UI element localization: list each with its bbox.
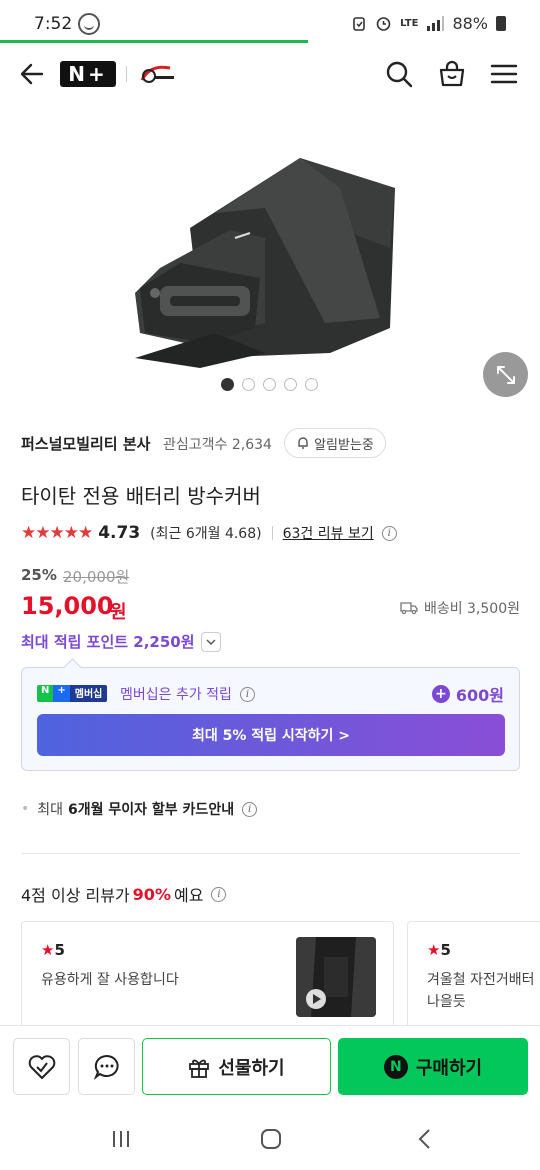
- info-icon[interactable]: i: [239, 686, 255, 702]
- naver-pay-icon: N: [383, 1054, 408, 1079]
- membership-start-button[interactable]: 최대 5% 적립 시작하기 >: [37, 714, 505, 756]
- top-nav: N+: [0, 48, 540, 100]
- signal-icon: [427, 16, 445, 31]
- clock-alarm-icon: [376, 17, 391, 31]
- naver-plus-membership-badge: N + 멤버십: [37, 685, 108, 702]
- info-icon[interactable]: i: [242, 801, 258, 817]
- review-card[interactable]: ★5 겨울철 자전거배터 나을듯: [407, 921, 540, 1031]
- recent-apps-icon[interactable]: [110, 1128, 132, 1150]
- plus-icon: +: [431, 685, 450, 703]
- status-bar: 7:52 LTE 88%: [0, 0, 540, 44]
- gallery-pagination: [221, 378, 318, 391]
- expand-image-button[interactable]: [483, 352, 528, 397]
- membership-points: + 600원: [431, 682, 504, 706]
- divider: [21, 853, 520, 854]
- alert-label: 알림받는중: [314, 437, 374, 453]
- truck-icon: [400, 602, 418, 615]
- gallery-dot-4[interactable]: [284, 378, 297, 391]
- rating-stars: ★★★★★: [21, 523, 93, 543]
- battery-icon: [496, 16, 506, 31]
- system-back-icon[interactable]: [414, 1128, 436, 1150]
- review-summary-heading: 4점 이상 리뷰가 90% 예요 i: [21, 882, 227, 906]
- installment-info[interactable]: • 최대 6개월 무이자 할부 카드안내 i: [21, 799, 258, 819]
- recent-rating: (최근 6개월 4.68): [150, 526, 262, 542]
- rating-row: ★★★★★ 4.73 (최근 6개월 4.68) 63건 리뷰 보기 i: [21, 523, 397, 543]
- purchase-bar: 선물하기 N 구매하기: [0, 1025, 540, 1110]
- lte-label: LTE: [400, 18, 419, 29]
- membership-text: 멤버십은 추가 적립 i: [120, 684, 255, 704]
- star-icon: ★: [427, 941, 441, 959]
- review-score: ★5: [427, 941, 451, 959]
- max-points-label: 최대 적립 포인트 2,250원: [21, 633, 195, 651]
- info-icon[interactable]: i: [211, 886, 227, 902]
- product-title: 타이탄 전용 배터리 방수커버: [21, 484, 261, 508]
- notification-icon: [78, 13, 100, 35]
- store-name-link[interactable]: 퍼스널모빌리티 본사: [21, 433, 150, 454]
- gallery-dot-1[interactable]: [221, 378, 234, 391]
- gallery-dot-5[interactable]: [305, 378, 318, 391]
- gift-label: 선물하기: [218, 1057, 285, 1079]
- membership-panel: N + 멤버십 멤버십은 추가 적립 i + 600원 최대 5% 적립 시작하…: [21, 667, 520, 771]
- store-brand-logo[interactable]: [140, 62, 176, 86]
- rating-score: 4.73: [98, 523, 141, 543]
- gallery-dot-3[interactable]: [263, 378, 276, 391]
- followers-count: 관심고객수 2,634: [163, 437, 272, 453]
- buy-label: 구매하기: [415, 1057, 483, 1079]
- home-icon[interactable]: [260, 1128, 282, 1150]
- talk-button[interactable]: [78, 1038, 135, 1095]
- max-points-toggle[interactable]: 최대 적립 포인트 2,250원: [21, 631, 221, 652]
- wishlist-button[interactable]: [13, 1038, 70, 1095]
- system-nav-bar: [0, 1110, 540, 1170]
- discount-rate: 25%: [21, 566, 57, 584]
- price-unit: 원: [110, 602, 127, 623]
- review-percent: 90%: [132, 884, 171, 904]
- chat-icon: [93, 1054, 119, 1080]
- product-image-gallery[interactable]: [0, 118, 540, 398]
- screen: 7:52 LTE 88% N+ 퍼스널모빌리티 본사 관심고객수 2,634 알…: [0, 0, 540, 1170]
- gift-icon: [189, 1059, 210, 1078]
- alarm-icon: [353, 16, 365, 31]
- naver-plus-logo[interactable]: N+: [60, 61, 116, 87]
- clock: 7:52: [34, 14, 73, 34]
- cart-icon[interactable]: [438, 60, 466, 88]
- store-alert-button[interactable]: 알림받는중: [284, 428, 386, 458]
- buy-button[interactable]: N 구매하기: [338, 1038, 528, 1095]
- review-link[interactable]: 63건 리뷰 보기: [283, 523, 374, 543]
- review-card[interactable]: ★5 유용하게 잘 사용합니다: [21, 921, 394, 1031]
- search-icon[interactable]: [385, 60, 413, 88]
- nav-divider: [126, 66, 127, 82]
- chevron-down-icon: [200, 631, 221, 652]
- sale-price: 15,000: [21, 592, 114, 620]
- original-price: 20,000원: [63, 568, 130, 586]
- heart-check-icon: [28, 1054, 55, 1079]
- gift-button[interactable]: 선물하기: [142, 1038, 331, 1095]
- review-score: ★5: [41, 941, 65, 959]
- info-icon[interactable]: i: [381, 525, 397, 541]
- gallery-dot-2[interactable]: [242, 378, 255, 391]
- battery-percent: 88%: [452, 14, 488, 33]
- bell-icon: [298, 437, 308, 449]
- shipping-label: 배송비 3,500원: [423, 601, 520, 617]
- menu-icon[interactable]: [490, 60, 518, 88]
- review-text: 유용하게 잘 사용합니다: [41, 972, 179, 988]
- page-load-progress: [0, 40, 308, 43]
- expand-icon: [496, 365, 515, 384]
- product-image: [135, 158, 395, 368]
- play-icon: [306, 989, 326, 1009]
- star-icon: ★: [41, 941, 55, 959]
- shipping-fee: 배송비 3,500원: [400, 598, 520, 618]
- back-arrow-icon[interactable]: [18, 60, 46, 88]
- review-text: 겨울철 자전거배터 나을듯: [427, 972, 535, 1010]
- review-video-thumbnail[interactable]: [296, 937, 376, 1017]
